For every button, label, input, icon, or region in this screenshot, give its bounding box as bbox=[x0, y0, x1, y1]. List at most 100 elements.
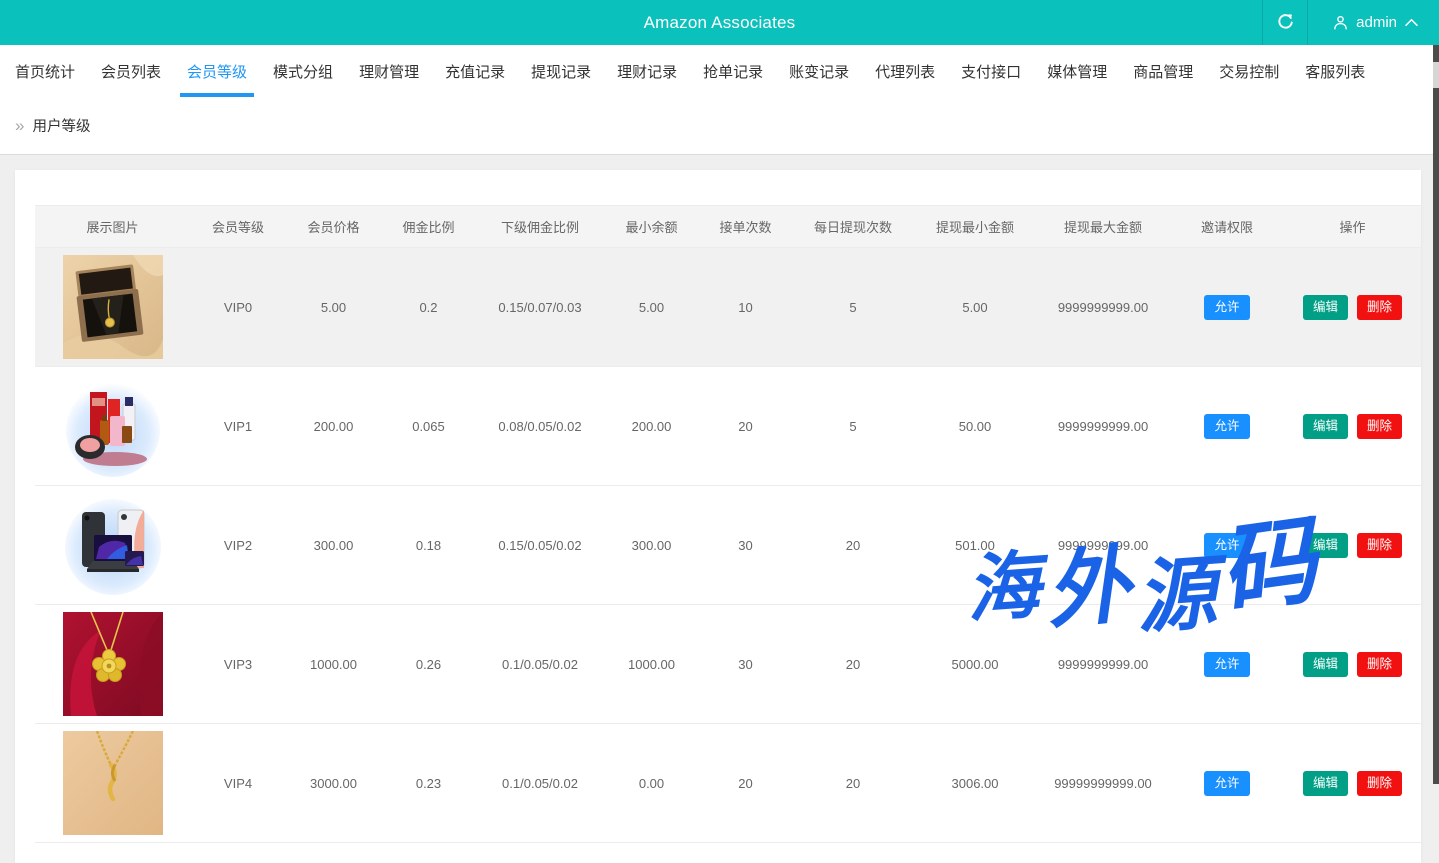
table-body: VIP05.000.20.15/0.07/0.035.001055.009999… bbox=[35, 248, 1421, 843]
cell-price: 3000.00 bbox=[286, 724, 381, 843]
edit-button[interactable]: 编辑 bbox=[1303, 533, 1348, 558]
cell-invite-permission: 允许 bbox=[1170, 248, 1284, 367]
nav-tab-15[interactable]: 交易控制 bbox=[1206, 45, 1292, 97]
cell-withdraw-max: 9999999999.00 bbox=[1036, 605, 1170, 724]
breadcrumb: » 用户等级 bbox=[0, 97, 1439, 155]
cell-actions: 编辑删除 bbox=[1284, 248, 1421, 367]
refresh-button[interactable] bbox=[1262, 0, 1308, 45]
column-header: 展示图片 bbox=[35, 206, 190, 248]
app-title: Amazon Associates bbox=[0, 13, 1439, 33]
nav-tab-13[interactable]: 媒体管理 bbox=[1034, 45, 1120, 97]
cell-level: VIP1 bbox=[190, 367, 286, 486]
column-header: 下级佣金比例 bbox=[476, 206, 604, 248]
edit-button[interactable]: 编辑 bbox=[1303, 652, 1348, 677]
cell-withdraw-min: 5000.00 bbox=[914, 605, 1036, 724]
table-header-row: 展示图片会员等级会员价格佣金比例下级佣金比例最小余额接单次数每日提现次数提现最小… bbox=[35, 206, 1421, 248]
allow-button[interactable]: 允许 bbox=[1204, 295, 1249, 320]
allow-button[interactable]: 允许 bbox=[1204, 771, 1249, 796]
double-chevron-icon: » bbox=[15, 117, 24, 134]
nav-tab-11[interactable]: 代理列表 bbox=[862, 45, 948, 97]
column-header: 会员价格 bbox=[286, 206, 381, 248]
cell-daily-withdraw-count: 20 bbox=[792, 605, 914, 724]
nav-tab-6[interactable]: 充值记录 bbox=[432, 45, 518, 97]
cell-withdraw-min: 50.00 bbox=[914, 367, 1036, 486]
cell-price: 200.00 bbox=[286, 367, 381, 486]
table-row-VIP3: VIP31000.000.260.1/0.05/0.021000.0030205… bbox=[35, 605, 1421, 724]
table-row-VIP2: VIP2300.000.180.15/0.05/0.02300.00302050… bbox=[35, 486, 1421, 605]
edit-button[interactable]: 编辑 bbox=[1303, 295, 1348, 320]
user-level-table: 展示图片会员等级会员价格佣金比例下级佣金比例最小余额接单次数每日提现次数提现最小… bbox=[35, 205, 1421, 843]
cell-commission-rate: 0.2 bbox=[381, 248, 476, 367]
allow-button[interactable]: 允许 bbox=[1204, 533, 1249, 558]
cell-order-count: 20 bbox=[699, 724, 792, 843]
nav-tab-7[interactable]: 提现记录 bbox=[518, 45, 604, 97]
cell-image bbox=[35, 724, 190, 843]
column-header: 操作 bbox=[1284, 206, 1421, 248]
app-header: Amazon Associates admin bbox=[0, 0, 1439, 45]
cell-image bbox=[35, 605, 190, 724]
cell-withdraw-max: 9999999999.00 bbox=[1036, 486, 1170, 605]
cell-commission-rate: 0.23 bbox=[381, 724, 476, 843]
delete-button[interactable]: 删除 bbox=[1357, 533, 1402, 558]
cell-withdraw-max: 99999999999.00 bbox=[1036, 724, 1170, 843]
nav-tab-4[interactable]: 模式分组 bbox=[260, 45, 346, 97]
content-card: 展示图片会员等级会员价格佣金比例下级佣金比例最小余额接单次数每日提现次数提现最小… bbox=[15, 170, 1421, 863]
nav-tab-14[interactable]: 商品管理 bbox=[1120, 45, 1206, 97]
cell-level: VIP3 bbox=[190, 605, 286, 724]
nav-tab-12[interactable]: 支付接口 bbox=[948, 45, 1034, 97]
scrollbar-thumb[interactable] bbox=[1433, 62, 1439, 88]
username: admin bbox=[1356, 14, 1397, 31]
gold-chain-pendant-image bbox=[63, 731, 163, 835]
cosmetics-set-image bbox=[63, 374, 163, 478]
cell-withdraw-min: 3006.00 bbox=[914, 724, 1036, 843]
column-header: 接单次数 bbox=[699, 206, 792, 248]
user-menu[interactable]: admin bbox=[1308, 0, 1439, 45]
cell-price: 1000.00 bbox=[286, 605, 381, 724]
column-header: 佣金比例 bbox=[381, 206, 476, 248]
cell-order-count: 30 bbox=[699, 486, 792, 605]
delete-button[interactable]: 删除 bbox=[1357, 295, 1402, 320]
cell-sub-commission-rate: 0.15/0.07/0.03 bbox=[476, 248, 604, 367]
cell-withdraw-min: 5.00 bbox=[914, 248, 1036, 367]
gold-flower-pendant-image bbox=[63, 612, 163, 716]
nav-tab-8[interactable]: 理财记录 bbox=[604, 45, 690, 97]
user-icon bbox=[1332, 14, 1349, 31]
cell-image bbox=[35, 486, 190, 605]
nav-tab-1[interactable]: 首页统计 bbox=[2, 45, 88, 97]
breadcrumb-label: 用户等级 bbox=[32, 115, 90, 136]
delete-button[interactable]: 删除 bbox=[1357, 652, 1402, 677]
electronics-set-image bbox=[63, 493, 163, 597]
column-header: 提现最小金额 bbox=[914, 206, 1036, 248]
nav-tab-5[interactable]: 理财管理 bbox=[346, 45, 432, 97]
table-row-VIP1: VIP1200.000.0650.08/0.05/0.02200.0020550… bbox=[35, 367, 1421, 486]
delete-button[interactable]: 删除 bbox=[1357, 771, 1402, 796]
nav-tab-10[interactable]: 账变记录 bbox=[776, 45, 862, 97]
cell-sub-commission-rate: 0.15/0.05/0.02 bbox=[476, 486, 604, 605]
nav-tab-2[interactable]: 会员列表 bbox=[88, 45, 174, 97]
nav-tab-3[interactable]: 会员等级 bbox=[174, 45, 260, 97]
edit-button[interactable]: 编辑 bbox=[1303, 771, 1348, 796]
cell-invite-permission: 允许 bbox=[1170, 367, 1284, 486]
cell-actions: 编辑删除 bbox=[1284, 367, 1421, 486]
allow-button[interactable]: 允许 bbox=[1204, 414, 1249, 439]
vertical-scrollbar[interactable] bbox=[1433, 45, 1439, 784]
gold-necklace-box-image bbox=[63, 255, 163, 359]
allow-button[interactable]: 允许 bbox=[1204, 652, 1249, 677]
column-header: 最小余额 bbox=[604, 206, 699, 248]
cell-withdraw-max: 9999999999.00 bbox=[1036, 248, 1170, 367]
cell-actions: 编辑删除 bbox=[1284, 486, 1421, 605]
cell-invite-permission: 允许 bbox=[1170, 724, 1284, 843]
cell-commission-rate: 0.26 bbox=[381, 605, 476, 724]
nav-tab-9[interactable]: 抢单记录 bbox=[690, 45, 776, 97]
cell-withdraw-min: 501.00 bbox=[914, 486, 1036, 605]
column-header: 提现最大金额 bbox=[1036, 206, 1170, 248]
nav-tab-16[interactable]: 客服列表 bbox=[1292, 45, 1378, 97]
cell-order-count: 10 bbox=[699, 248, 792, 367]
cell-actions: 编辑删除 bbox=[1284, 605, 1421, 724]
edit-button[interactable]: 编辑 bbox=[1303, 414, 1348, 439]
cell-sub-commission-rate: 0.1/0.05/0.02 bbox=[476, 724, 604, 843]
cell-min-balance: 200.00 bbox=[604, 367, 699, 486]
delete-button[interactable]: 删除 bbox=[1357, 414, 1402, 439]
cell-level: VIP2 bbox=[190, 486, 286, 605]
cell-level: VIP0 bbox=[190, 248, 286, 367]
